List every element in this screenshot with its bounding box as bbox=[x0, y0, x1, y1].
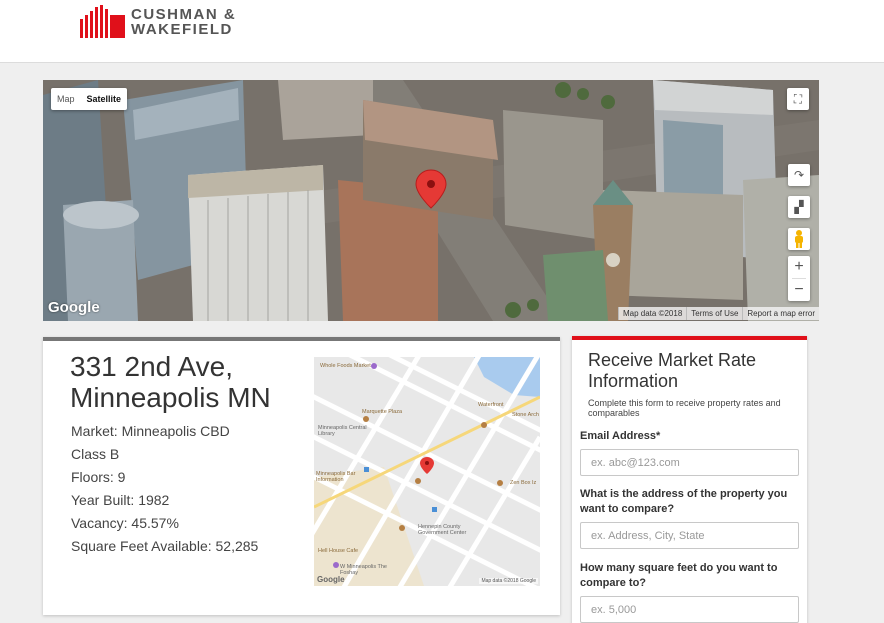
street-map[interactable]: Whole Foods Market Waterfront Marquette … bbox=[314, 357, 540, 586]
map-label-marquette: Marquette Plaza bbox=[362, 409, 403, 415]
tilt-button[interactable]: ▞ bbox=[788, 196, 810, 218]
property-details: Market: Minneapolis CBD Class B Floors: … bbox=[71, 420, 258, 558]
fullscreen-button[interactable]: ⛶ bbox=[787, 88, 809, 110]
map-type-satellite-button[interactable]: Satellite bbox=[81, 88, 128, 110]
satellite-map[interactable]: Map Satellite ⛶ ↷ ▞ + − Google Map data … bbox=[43, 80, 819, 321]
tilt-icon: ▞ bbox=[794, 200, 804, 214]
site-header: CUSHMAN & WAKEFIELD bbox=[0, 0, 884, 63]
market-rate-form: Receive Market Rate Information Complete… bbox=[572, 336, 807, 623]
map-label-hell-house: Hell House Cafe bbox=[318, 548, 359, 554]
property-city-line: Minneapolis MN bbox=[70, 382, 271, 413]
form-title-line-1: Receive Market Rate bbox=[588, 350, 757, 370]
logo-text: CUSHMAN & WAKEFIELD bbox=[131, 7, 236, 37]
rotate-button[interactable]: ↷ bbox=[788, 164, 810, 186]
sqft-field[interactable] bbox=[580, 596, 799, 623]
email-label: Email Address* bbox=[580, 430, 661, 442]
map-type-map-button[interactable]: Map bbox=[51, 88, 81, 110]
address-field[interactable] bbox=[580, 522, 799, 549]
zoom-control: + − bbox=[788, 256, 810, 301]
map-label-w-minneapolis: W Minneapolis The Foshay bbox=[340, 564, 387, 576]
mini-map-attribution: Map data ©2018 Google bbox=[479, 578, 538, 584]
map-label-zen-box: Zen Box Iz bbox=[510, 480, 537, 486]
email-field[interactable] bbox=[580, 449, 799, 476]
logo-mark-icon bbox=[80, 5, 125, 38]
map-label-info: Minneapolis Bar Information bbox=[316, 471, 356, 483]
map-data-text: Map data ©2018 bbox=[618, 307, 687, 320]
report-map-error-link[interactable]: Report a map error bbox=[742, 307, 819, 320]
zoom-in-button[interactable]: + bbox=[788, 256, 810, 278]
google-watermark: Google bbox=[48, 299, 100, 316]
cushman-wakefield-logo[interactable]: CUSHMAN & WAKEFIELD bbox=[80, 5, 236, 38]
property-floors: Floors: 9 bbox=[71, 469, 126, 485]
property-market: Market: Minneapolis CBD bbox=[71, 423, 230, 439]
terms-of-use-link[interactable]: Terms of Use bbox=[686, 307, 743, 320]
form-subtitle: Complete this form to receive property r… bbox=[588, 398, 781, 418]
map-label-whole-foods: Whole Foods Market bbox=[320, 363, 371, 369]
pegman-button[interactable] bbox=[788, 228, 810, 250]
property-card: 331 2nd Ave, Minneapolis MN Market: Minn… bbox=[43, 337, 560, 615]
rotate-icon: ↷ bbox=[793, 168, 805, 182]
map-label-central-library: Minneapolis Central Library bbox=[318, 425, 367, 437]
property-sqft-available: Square Feet Available: 52,285 bbox=[71, 538, 259, 554]
logo-line-1: CUSHMAN & bbox=[131, 5, 237, 23]
property-title: 331 2nd Ave, Minneapolis MN bbox=[70, 351, 271, 413]
zoom-out-button[interactable]: − bbox=[788, 279, 810, 301]
property-address-line: 331 2nd Ave, bbox=[70, 351, 233, 382]
mini-map-google-watermark: Google bbox=[317, 575, 345, 584]
logo-line-2: WAKEFIELD bbox=[131, 20, 233, 38]
map-attribution: Map data ©2018 Terms of Use Report a map… bbox=[618, 307, 819, 320]
property-year-built: Year Built: 1982 bbox=[71, 492, 170, 508]
satellite-imagery bbox=[43, 80, 819, 321]
address-label: What is the address of the property you … bbox=[580, 488, 788, 515]
form-title-line-2: Information bbox=[588, 371, 679, 391]
property-vacancy: Vacancy: 45.57% bbox=[71, 515, 179, 531]
pegman-icon bbox=[795, 230, 803, 248]
map-label-waterfront: Waterfront bbox=[478, 402, 504, 408]
map-type-control: Map Satellite bbox=[51, 88, 128, 110]
sqft-label: How many square feet do you want to comp… bbox=[580, 562, 778, 589]
form-title: Receive Market Rate Information bbox=[588, 350, 756, 392]
map-label-stone-arch: Stone Arch bbox=[512, 412, 539, 418]
fullscreen-icon: ⛶ bbox=[793, 91, 803, 106]
map-label-hennepin: Hennepin County Government Center bbox=[418, 524, 467, 536]
property-class: Class B bbox=[71, 446, 120, 462]
